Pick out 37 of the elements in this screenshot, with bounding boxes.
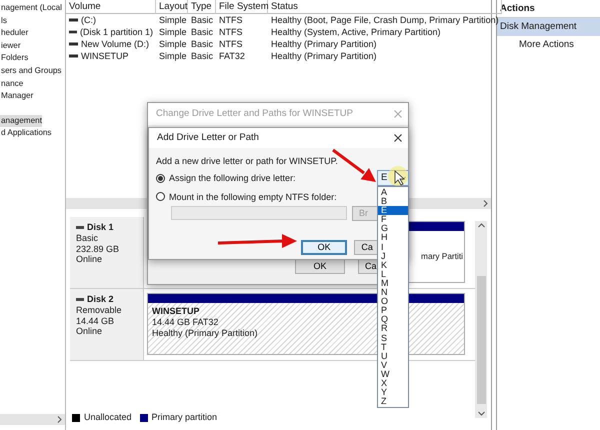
- disk-info: 14.44 GB: [76, 316, 116, 326]
- table-cell: FAT32: [219, 50, 245, 62]
- table-cell: Simple: [159, 26, 187, 38]
- table-cell: Simple: [159, 14, 187, 26]
- table-cell: Basic: [191, 26, 214, 38]
- legend-label: Unallocated: [84, 412, 132, 423]
- legend-label: Primary partition: [152, 412, 218, 423]
- table-cell: Simple: [159, 38, 187, 50]
- table-cell: Basic: [191, 14, 214, 26]
- dialog-title: Add Drive Letter or Path: [157, 132, 259, 144]
- table-cell: (Disk 1 partition 1): [80, 26, 153, 38]
- table-cell: NTFS: [219, 14, 242, 26]
- table-cell: Basic: [191, 38, 214, 50]
- disk-info: Online: [76, 326, 104, 338]
- table-cell: Healthy (Primary Partition): [271, 38, 377, 50]
- table-cell: Healthy (Primary Partition): [271, 50, 377, 62]
- partition-name: mary Partiti: [421, 252, 463, 262]
- disk-info: Removable: [76, 304, 123, 316]
- partition-name: WINSETUP: [152, 306, 200, 317]
- dialog-title: Change Drive Letter and Paths for WINSETUP: [156, 108, 353, 120]
- table-cell: Healthy (System, Active, Primary Partition): [271, 26, 441, 38]
- prompt-text: Add a new drive letter or path for WINSETUP.: [156, 156, 339, 167]
- partition-info: Healthy (Primary Partition): [152, 328, 258, 338]
- disk-info: Online: [76, 254, 104, 266]
- table-cell: New Volume (D:): [81, 38, 150, 50]
- table-cell: Simple: [159, 50, 187, 62]
- disk-info: 232.89 GB: [76, 244, 120, 254]
- partition-info: 14.44 GB FAT32: [152, 316, 218, 328]
- table-cell: NTFS: [219, 26, 242, 38]
- table-cell: Basic: [191, 50, 214, 62]
- table-cell: WINSETUP: [81, 50, 129, 62]
- disk-name: Disk 1: [87, 222, 114, 233]
- table-cell: NTFS: [219, 38, 242, 50]
- disk-info: Basic: [76, 232, 100, 244]
- disk-name: Disk 2: [87, 294, 114, 305]
- table-cell: Healthy (Boot, Page File, Crash Dump, Primary Partition): [271, 14, 499, 26]
- table-cell: (C:): [81, 14, 96, 26]
